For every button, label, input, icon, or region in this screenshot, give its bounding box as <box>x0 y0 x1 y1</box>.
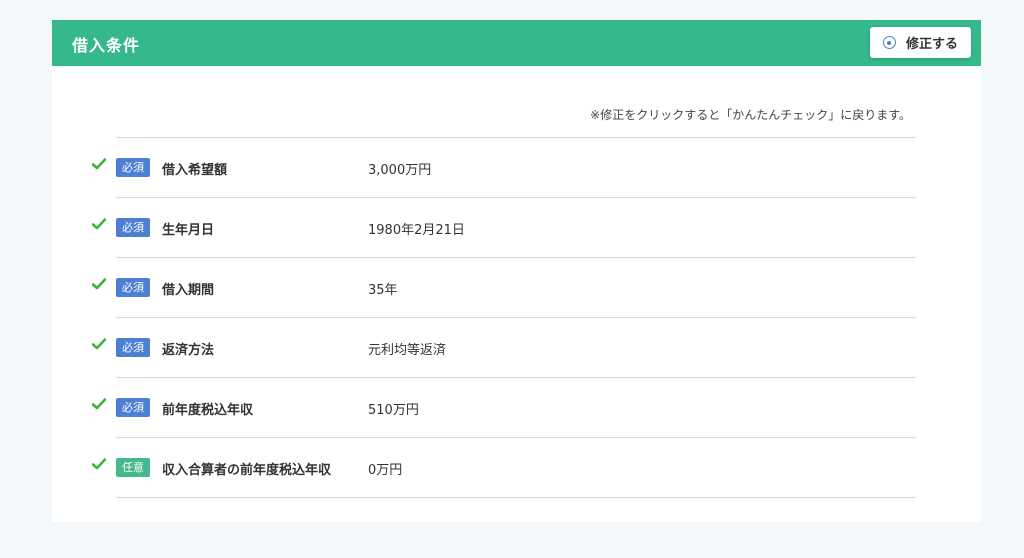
row-value: 35年 <box>368 283 398 298</box>
loan-conditions-panel: 借入条件 修正する ※修正をクリックすると「かんたんチェック」に戻ります。 必須… <box>52 20 981 522</box>
check-icon <box>92 338 106 350</box>
row-label: 前年度税込年収 <box>162 403 254 418</box>
row-label: 返済方法 <box>162 343 215 358</box>
check-icon <box>92 218 106 230</box>
row-label: 借入期間 <box>162 283 215 298</box>
row-value: 元利均等返済 <box>368 343 447 358</box>
required-badge: 必須 <box>116 218 150 237</box>
required-badge: 必須 <box>116 278 150 297</box>
required-badge: 必須 <box>116 398 150 417</box>
row-value: 0万円 <box>368 463 403 478</box>
edit-button-label: 修正する <box>905 37 958 52</box>
row-label: 借入希望額 <box>162 163 228 178</box>
condition-row-annual-income: 必須 前年度税込年収 510万円 <box>92 378 916 438</box>
panel-title: 借入条件 <box>72 36 141 55</box>
optional-badge: 任意 <box>116 458 150 477</box>
edit-button[interactable]: 修正する <box>870 27 971 58</box>
condition-row-loan-amount: 必須 借入希望額 3,000万円 <box>92 138 916 198</box>
required-badge: 必須 <box>116 338 150 357</box>
condition-row-co-borrower-income: 任意 収入合算者の前年度税込年収 0万円 <box>92 438 916 498</box>
conditions-list: 必須 借入希望額 3,000万円 必須 生年月日 1980年2月21日 必須 借… <box>92 137 916 498</box>
check-icon <box>92 458 106 470</box>
check-icon <box>92 278 106 290</box>
row-label: 収入合算者の前年度税込年収 <box>162 463 332 478</box>
row-value: 510万円 <box>368 403 419 418</box>
check-icon <box>92 398 106 410</box>
row-value: 3,000万円 <box>368 163 432 178</box>
check-icon <box>92 158 106 170</box>
row-value: 1980年2月21日 <box>368 223 465 238</box>
condition-row-birthdate: 必須 生年月日 1980年2月21日 <box>92 198 916 258</box>
condition-row-loan-term: 必須 借入期間 35年 <box>92 258 916 318</box>
circle-dot-icon <box>882 36 896 49</box>
panel-header: 借入条件 修正する <box>52 20 981 66</box>
row-label: 生年月日 <box>162 223 215 238</box>
edit-note: ※修正をクリックすると「かんたんチェック」に戻ります。 <box>590 108 911 122</box>
required-badge: 必須 <box>116 158 150 177</box>
condition-row-repayment-method: 必須 返済方法 元利均等返済 <box>92 318 916 378</box>
